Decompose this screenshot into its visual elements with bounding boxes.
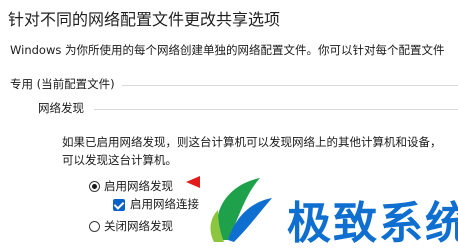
disable-discovery-label[interactable]: 关闭网络发现 [104, 218, 173, 234]
network-discovery-header: 网络发现 [38, 101, 84, 115]
checkmark-icon [113, 199, 125, 210]
enable-discovery-radio[interactable] [89, 181, 100, 192]
description-text: Windows 为你所使用的每个网络创建单独的网络配置文件。你可以针对每个配置文… [10, 43, 445, 57]
discovery-description-line1: 如果已启用网络发现，则这台计算机可以发现网络上的其他计算机和设备， [62, 135, 442, 149]
leaf-logo-icon [210, 178, 272, 242]
section-divider [94, 109, 458, 110]
profile-divider [122, 85, 458, 86]
watermark-text: 极致系统 [287, 198, 458, 249]
discovery-description-line2: 可以发现这台计算机。 [62, 153, 177, 167]
red-arrow-icon [186, 176, 200, 188]
profile-header[interactable]: 专用 (当前配置文件) [10, 76, 115, 92]
disable-discovery-radio[interactable] [89, 221, 100, 232]
enable-discovery-label[interactable]: 启用网络发现 [104, 178, 173, 194]
page-title: 针对不同的网络配置文件更改共享选项 [8, 10, 281, 29]
auto-setup-label[interactable]: 启用网络连接 [130, 196, 199, 212]
auto-setup-checkbox[interactable] [113, 199, 125, 211]
